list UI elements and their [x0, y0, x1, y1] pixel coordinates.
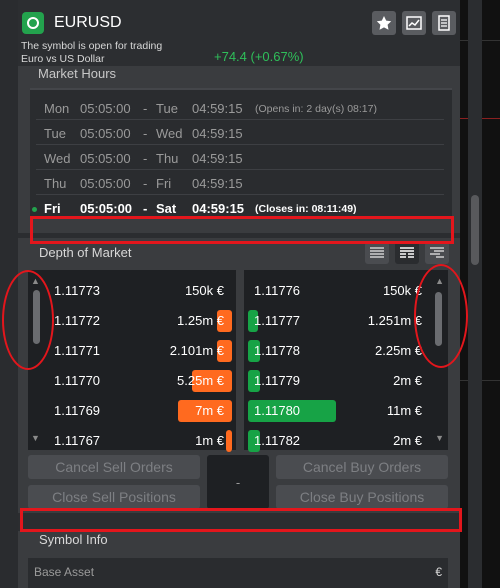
dom-buy-row[interactable]: 1.11779 2m € [244, 365, 448, 395]
chart-area-edge [460, 0, 500, 588]
list-view-icon [370, 247, 384, 258]
chart-icon [406, 16, 422, 30]
notes-icon [438, 15, 450, 31]
symbol-header: EURUSD The symbol is open for trading Eu… [18, 0, 460, 66]
dom-buy-row[interactable]: 1.11782 2m € [244, 425, 448, 455]
outer-scrollbar-thumb[interactable] [471, 195, 479, 265]
annotation-highlight-box [20, 508, 462, 532]
dom-sell-row[interactable]: 1.11773 150k € [28, 275, 236, 305]
notes-button[interactable] [432, 11, 456, 35]
cancel-sell-orders-button[interactable]: Cancel Sell Orders [28, 455, 200, 479]
dom-sell-side: ▲ ▼ 1.11773 150k € 1.11772 1.25m € 1.117… [28, 270, 236, 452]
ladder-view-icon [430, 247, 444, 258]
split-view-icon [400, 247, 414, 258]
market-hours-table: Mon 05:05:00 - Tue 04:59:15 (Opens in: 2… [30, 88, 452, 218]
market-hours-row: Thu 05:05:00 - Fri 04:59:15 [36, 170, 444, 195]
price-change: +74.4 (+0.67%) [214, 49, 304, 64]
symbol-name: EURUSD [54, 14, 122, 31]
open-chart-button[interactable] [402, 11, 426, 35]
dom-view-button[interactable] [425, 242, 449, 264]
current-session-dot [32, 207, 37, 212]
star-icon [376, 16, 392, 30]
symbol-info-table: Base Asset € [28, 558, 448, 588]
base-asset-value: € [435, 565, 442, 579]
close-sell-positions-button[interactable]: Close Sell Positions [28, 485, 200, 509]
symbol-description: Euro vs US Dollar [21, 53, 105, 65]
symbol-status-icon [22, 12, 44, 34]
dom-sell-row[interactable]: 1.11772 1.25m € [28, 305, 236, 335]
market-hours-row: Mon 05:05:00 - Tue 04:59:15 (Opens in: 2… [36, 95, 444, 120]
dom-sell-row[interactable]: 1.11769 7m € [28, 395, 236, 425]
annotation-circle [414, 264, 468, 368]
market-hours-title: Market Hours [38, 66, 117, 81]
dom-view-button[interactable] [365, 242, 389, 264]
depth-of-market-title: Depth of Market [39, 245, 132, 260]
favorite-button[interactable] [372, 11, 396, 35]
sell-volume-bar [226, 430, 232, 452]
market-hours-row: Wed 05:05:00 - Thu 04:59:15 [36, 145, 444, 170]
dom-view-button-selected[interactable] [395, 242, 419, 264]
symbol-panel: EURUSD The symbol is open for trading Eu… [2, 0, 468, 588]
close-buy-positions-button[interactable]: Close Buy Positions [276, 485, 448, 509]
cancel-buy-orders-button[interactable]: Cancel Buy Orders [276, 455, 448, 479]
annotation-circle [2, 270, 54, 370]
dom-sell-row[interactable]: 1.11770 5.25m € [28, 365, 236, 395]
dom-sell-row[interactable]: 1.11771 2.101m € [28, 335, 236, 365]
base-asset-label: Base Asset [34, 565, 95, 579]
outer-scrollbar[interactable] [468, 0, 482, 588]
dom-sell-row[interactable]: 1.11767 1m € [28, 425, 236, 455]
market-hours-row: Tue 05:05:00 - Wed 04:59:15 [36, 120, 444, 145]
symbol-status-text: The symbol is open for trading [21, 40, 163, 52]
annotation-highlight-box [30, 216, 454, 244]
dom-buy-row[interactable]: 1.11780 11m € [244, 395, 448, 425]
symbol-info-title: Symbol Info [39, 532, 108, 547]
spread-display: - [207, 455, 269, 509]
